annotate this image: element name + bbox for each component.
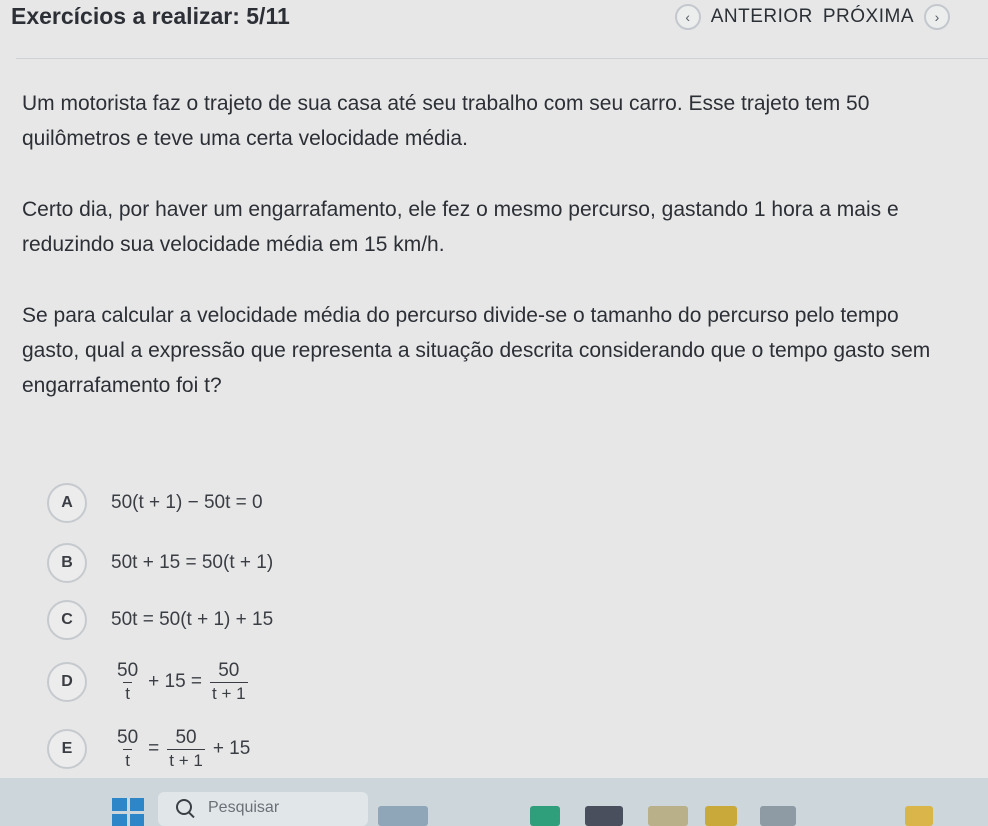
taskbar-app-icon[interactable]	[905, 806, 933, 826]
option-b[interactable]: B 50t + 15 = 50(t + 1)	[47, 541, 273, 585]
option-expression: 50 t = 50 t + 1 + 15	[111, 727, 250, 772]
question-paragraph-1: Um motorista faz o trajeto de sua casa a…	[22, 92, 870, 150]
option-expression: 50t = 50(t + 1) + 15	[111, 609, 274, 630]
fraction: 50 t + 1	[210, 660, 248, 705]
taskbar-app-icon[interactable]	[648, 806, 688, 826]
operator: + 15 =	[148, 671, 203, 692]
exercise-progress-title: Exercícios a realizar: 5/11	[11, 3, 290, 29]
denominator: t	[123, 681, 132, 703]
taskbar-app-icon[interactable]	[760, 806, 796, 826]
taskbar: Pesquisar	[0, 778, 988, 826]
taskbar-search[interactable]: Pesquisar	[158, 792, 368, 826]
search-icon	[176, 799, 192, 815]
numerator: 50	[175, 726, 197, 748]
option-expression: 50 t + 15 = 50 t + 1	[111, 660, 252, 705]
numerator: 50	[117, 659, 139, 681]
fraction: 50 t + 1	[167, 727, 205, 772]
chevron-right-icon[interactable]: ›	[924, 4, 950, 30]
option-letter[interactable]: A	[47, 483, 87, 523]
taskbar-app-icon[interactable]	[378, 806, 428, 826]
denominator: t	[123, 748, 132, 770]
option-e[interactable]: E 50 t = 50 t + 1 + 15	[47, 727, 250, 771]
chevron-left-icon[interactable]: ‹	[674, 4, 701, 30]
option-expression: 50t + 15 = 50(t + 1)	[111, 552, 274, 573]
taskbar-app-icon[interactable]	[585, 806, 623, 826]
option-expression: 50(t + 1) − 50t = 0	[111, 492, 263, 513]
fraction: 50 t	[115, 660, 140, 705]
operator: =	[148, 738, 160, 759]
option-letter[interactable]: C	[47, 600, 87, 640]
numerator: 50	[218, 659, 240, 681]
question-text: Um motorista faz o trajeto de sua casa a…	[22, 86, 952, 439]
numerator: 50	[117, 726, 139, 748]
windows-start-icon[interactable]	[112, 798, 144, 826]
option-d[interactable]: D 50 t + 15 = 50 t + 1	[47, 660, 252, 704]
denominator: t + 1	[210, 681, 248, 703]
taskbar-app-icon[interactable]	[705, 806, 737, 826]
option-letter[interactable]: E	[47, 729, 87, 769]
option-letter[interactable]: B	[47, 543, 87, 583]
question-paragraph-3: Se para calcular a velocidade média do p…	[22, 304, 931, 397]
operator-tail: + 15	[212, 738, 251, 759]
search-placeholder: Pesquisar	[208, 799, 280, 816]
option-letter[interactable]: D	[47, 662, 87, 702]
denominator: t + 1	[167, 748, 205, 770]
navigation: ‹ ANTERIOR PRÓXIMA ›	[674, 0, 950, 34]
next-button[interactable]: PRÓXIMA	[823, 6, 914, 28]
option-c[interactable]: C 50t = 50(t + 1) + 15	[47, 598, 273, 642]
header: Exercícios a realizar: 5/11 ‹ ANTERIOR P…	[0, 0, 988, 40]
divider	[16, 58, 988, 59]
previous-button[interactable]: ANTERIOR	[711, 6, 813, 28]
taskbar-app-icon[interactable]	[530, 806, 560, 826]
question-paragraph-2: Certo dia, por haver um engarrafamento, …	[22, 198, 899, 256]
option-a[interactable]: A 50(t + 1) − 50t = 0	[47, 481, 263, 525]
fraction: 50 t	[115, 727, 140, 772]
